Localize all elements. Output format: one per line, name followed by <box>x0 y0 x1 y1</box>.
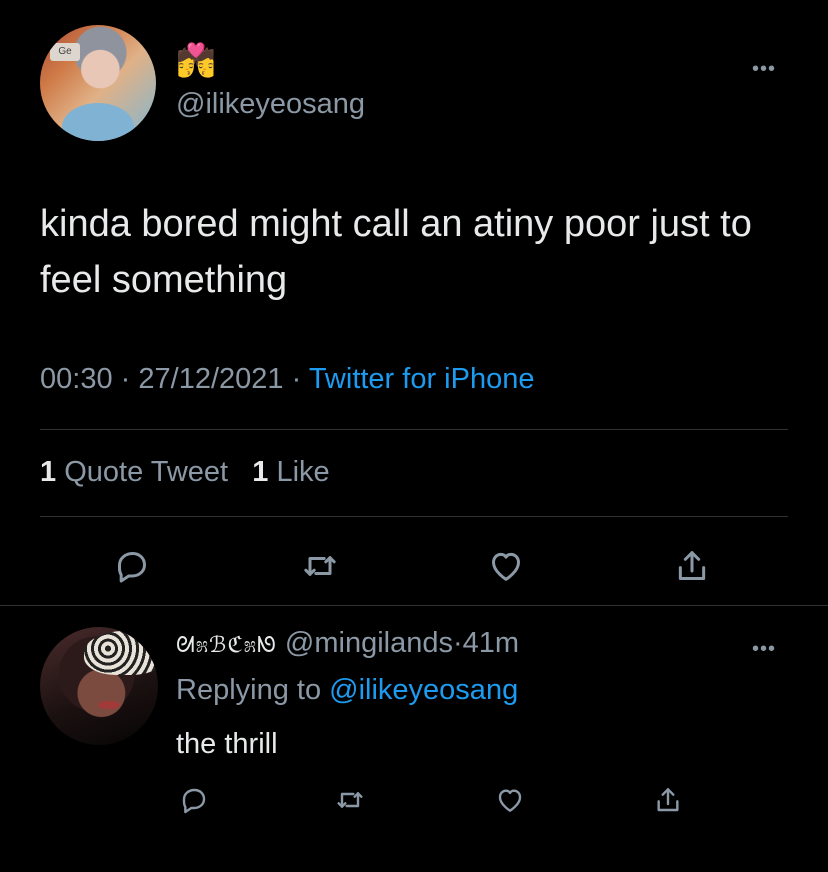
reply-handle[interactable]: @mingilands <box>285 627 453 659</box>
meta-separator: · <box>120 363 131 395</box>
quote-label: Quote Tweet <box>64 456 229 488</box>
share-icon <box>678 551 706 580</box>
share-button[interactable] <box>670 544 714 588</box>
replying-prefix: Replying to <box>176 674 322 706</box>
quote-count: 1 <box>40 456 57 488</box>
author-handle[interactable]: @ilikeyeosang <box>176 88 365 121</box>
reply-icon <box>182 788 206 814</box>
reply-like-button[interactable] <box>488 778 532 822</box>
retweet-icon <box>337 792 363 808</box>
reply-retweet-button[interactable] <box>328 778 372 822</box>
like-button[interactable] <box>484 544 528 588</box>
tweet-date: 27/12/2021 <box>138 363 284 395</box>
avatar-hat <box>84 631 158 675</box>
avatar-shirt <box>62 103 134 141</box>
reply-reply-button[interactable] <box>172 778 216 822</box>
reply-share-button[interactable] <box>646 778 690 822</box>
like-label: Like <box>276 456 330 488</box>
avatar-lips <box>98 701 120 709</box>
reply-separator: · <box>453 627 463 659</box>
share-icon <box>657 788 679 812</box>
engagement-counts: 1 Quote Tweet 1 Like <box>40 456 330 489</box>
like-count: 1 <box>252 456 269 488</box>
divider <box>40 516 788 517</box>
tweet-time: 00:30 <box>40 363 113 395</box>
likes-link[interactable]: 1 Like <box>252 456 329 488</box>
tweet-text: kinda bored might call an atiny poor jus… <box>40 203 752 301</box>
divider <box>40 429 788 430</box>
more-icon[interactable]: ••• <box>752 58 776 81</box>
more-icon[interactable]: ••• <box>752 638 776 661</box>
reply-age[interactable]: 41m <box>463 627 519 659</box>
like-icon <box>492 552 520 581</box>
divider <box>0 605 828 606</box>
tweet-source-link[interactable]: Twitter for iPhone <box>309 363 535 395</box>
retweet-icon <box>304 556 336 576</box>
author-display-name[interactable]: 💏 <box>176 42 216 78</box>
reply-text: the thrill <box>176 728 278 760</box>
reply-display-name[interactable]: ᘛ೫ℬℭ೫ᘚ <box>176 632 277 657</box>
quote-tweets-link[interactable]: 1 Quote Tweet <box>40 456 228 488</box>
reply-icon <box>118 552 146 583</box>
replying-mention[interactable]: @ilikeyeosang <box>329 674 518 706</box>
avatar-sign: Ge <box>50 43 80 61</box>
reply-author-avatar[interactable] <box>40 627 158 745</box>
retweet-button[interactable] <box>298 544 342 588</box>
author-avatar[interactable]: Ge <box>40 25 156 141</box>
tweet-meta: 00:30 · 27/12/2021 · Twitter for iPhone <box>40 363 534 396</box>
replying-to: Replying to @ilikeyeosang <box>176 674 518 707</box>
reply-header: ᘛ೫ℬℭ೫ᘚ @mingilands·41m <box>176 627 519 660</box>
meta-separator: · <box>291 363 302 395</box>
like-icon <box>498 789 522 812</box>
reply-button[interactable] <box>110 544 154 588</box>
